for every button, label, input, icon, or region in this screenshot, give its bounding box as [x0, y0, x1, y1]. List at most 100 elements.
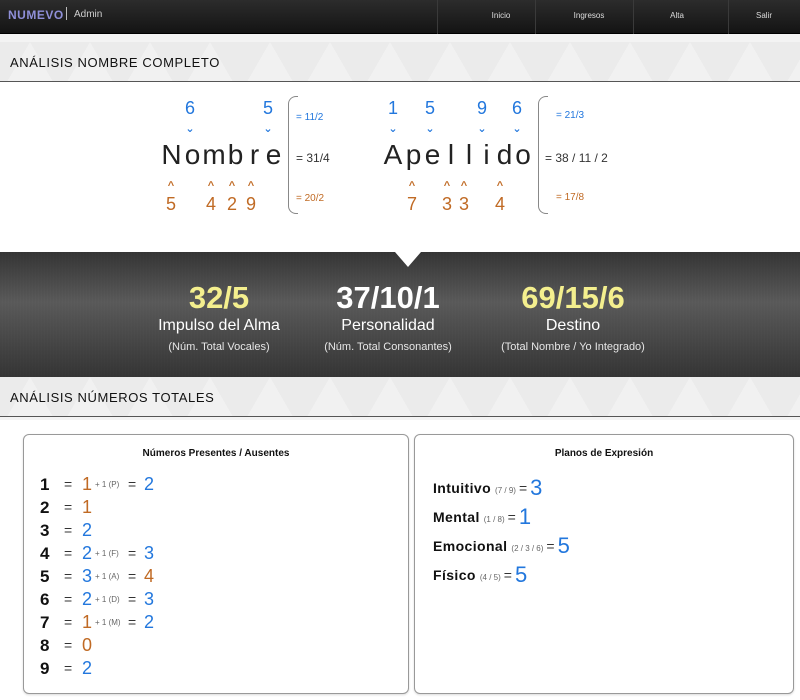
stat-sublabel: (Núm. Total Vocales) — [168, 341, 270, 353]
chevron-up-icon: ^ — [247, 180, 255, 192]
base-count: 1 — [82, 497, 93, 517]
equals-sign: = — [64, 591, 73, 607]
plane-ref: (1 / 8) — [483, 515, 505, 524]
base-count: 1 — [82, 612, 93, 632]
base-count: 3 — [82, 566, 93, 586]
present-numbers-panel: Números Presentes / Ausentes 1 = 1 + 1 (… — [23, 434, 409, 694]
consonant-digit: 4 — [494, 194, 506, 214]
letter: i — [483, 139, 490, 170]
nav-item-alta[interactable]: Alta — [670, 11, 684, 20]
last-name-word: Apellido — [382, 139, 532, 171]
chevron-up-icon: ^ — [408, 180, 416, 192]
total-count: 3 — [144, 589, 155, 609]
stat-label: Personalidad — [341, 317, 435, 334]
nav-item-salir[interactable]: Salir — [756, 11, 772, 20]
plane-name: Intuitivo — [433, 480, 492, 496]
base-count: 2 — [82, 520, 93, 540]
equals-sign: = — [128, 568, 137, 584]
letter: l — [447, 139, 455, 170]
base-count: 2 — [82, 589, 93, 609]
plane-row-intuitivo: Intuitivo (7 / 9) = 3 — [433, 475, 542, 500]
equals-sign: = — [507, 509, 516, 525]
total-count: 4 — [144, 566, 155, 586]
vowel-digit: 9 — [476, 98, 488, 118]
section-header-totals: ANÁLISIS NÚMEROS TOTALES — [0, 377, 800, 417]
consonant-digit: 3 — [458, 194, 470, 214]
base-count: 0 — [82, 635, 93, 655]
row-number: 6 — [40, 590, 50, 609]
row-number: 8 — [40, 636, 50, 655]
chevron-up-icon: ^ — [496, 180, 504, 192]
letter: m — [202, 139, 226, 170]
nav-item-ingresos[interactable]: Ingresos — [574, 11, 605, 20]
letter: o — [184, 139, 201, 170]
equals-sign: = — [64, 545, 73, 561]
row-number: 7 — [40, 613, 50, 632]
chevron-down-icon: ⌄ — [185, 123, 195, 135]
vowel-digit: 6 — [184, 98, 196, 118]
equals-sign: = — [64, 614, 73, 630]
vowel-digit: 6 — [511, 98, 523, 118]
bonus-note: + 1 (D) — [95, 595, 120, 604]
total-count: 2 — [144, 612, 155, 632]
vowel-digit: 5 — [424, 98, 436, 118]
stat-impulso-alma: 32/5 Impulso del Alma (Núm. Total Vocale… — [158, 280, 280, 353]
letter: b — [227, 139, 244, 170]
row-number: 3 — [40, 521, 50, 540]
letter: l — [465, 139, 473, 170]
letter: p — [405, 139, 422, 170]
bonus-note: + 1 (A) — [95, 572, 120, 581]
bonus-note: + 1 (M) — [95, 618, 121, 627]
brand-logo[interactable]: NUMEVO — [8, 8, 64, 22]
expression-planes-panel: Planos de Expresión Intuitivo (7 / 9) = 3 M… — [414, 434, 794, 694]
pointer-arrow — [395, 252, 421, 267]
base-count: 2 — [82, 658, 93, 678]
brand-divider — [66, 7, 67, 20]
plane-row-fisico: Físico (4 / 5) = 5 — [433, 562, 527, 587]
letter: o — [515, 139, 531, 170]
consonant-digit: 3 — [441, 194, 453, 214]
panel-title: Números Presentes / Ausentes — [142, 448, 290, 459]
nav-item-inicio[interactable]: Inicio — [492, 11, 511, 20]
equals-sign: = — [518, 480, 528, 496]
chevron-down-icon: ⌄ — [425, 123, 435, 135]
first-name-word: Nomb r e — [160, 139, 283, 171]
first-total-sum: = 31/4 — [296, 151, 330, 165]
vowel-digit: 1 — [387, 98, 399, 118]
section-title: ANÁLISIS NOMBRE COMPLETO — [10, 55, 220, 70]
panel-title: Planos de Expresión — [554, 448, 654, 459]
base-count: 1 — [82, 474, 93, 494]
nav-divider — [728, 0, 729, 34]
row-number: 9 — [40, 659, 50, 678]
first-vowel-sum: = 11/2 — [296, 112, 324, 123]
chevron-up-icon: ^ — [167, 180, 175, 192]
bonus-note: + 1 (P) — [95, 480, 120, 489]
section-title: ANÁLISIS NÚMEROS TOTALES — [10, 390, 215, 405]
letter: N — [161, 139, 182, 170]
total-count: 2 — [144, 474, 155, 494]
equals-sign: = — [64, 637, 73, 653]
stat-label: Destino — [545, 317, 601, 334]
chevron-down-icon: ⌄ — [512, 123, 522, 135]
consonant-digit: 7 — [406, 194, 418, 214]
chevron-up-icon: ^ — [443, 180, 451, 192]
equals-sign: = — [64, 568, 73, 584]
consonant-digit: 5 — [165, 194, 177, 214]
equals-sign: = — [128, 476, 137, 492]
last-consonant-sum: = 17/8 — [556, 192, 585, 203]
plane-name: Emocional — [433, 538, 508, 554]
chevron-up-icon: ^ — [228, 180, 236, 192]
equals-sign: = — [546, 538, 555, 554]
letter: d — [496, 139, 513, 170]
consonant-digit: 4 — [205, 194, 217, 214]
stat-destino: 69/15/6 Destino (Total Nombre / Yo Integ… — [501, 280, 645, 353]
consonant-digit: 2 — [226, 194, 238, 214]
consonant-digit: 9 — [245, 194, 257, 214]
plane-row-mental: Mental (1 / 8) = 1 — [433, 504, 531, 529]
name-analysis-area: Nomb r e 6 5 ⌄ ⌄ ^ ^ ^ ^ 5 4 2 9 = 11/2 = … — [0, 82, 800, 252]
equals-sign: = — [64, 476, 73, 492]
last-total-sum: = 38 / 11 / 2 — [545, 151, 608, 165]
brand-subtitle: Admin — [74, 9, 103, 20]
plane-name: Físico — [433, 567, 476, 583]
first-consonant-sum: = 20/2 — [296, 193, 325, 204]
